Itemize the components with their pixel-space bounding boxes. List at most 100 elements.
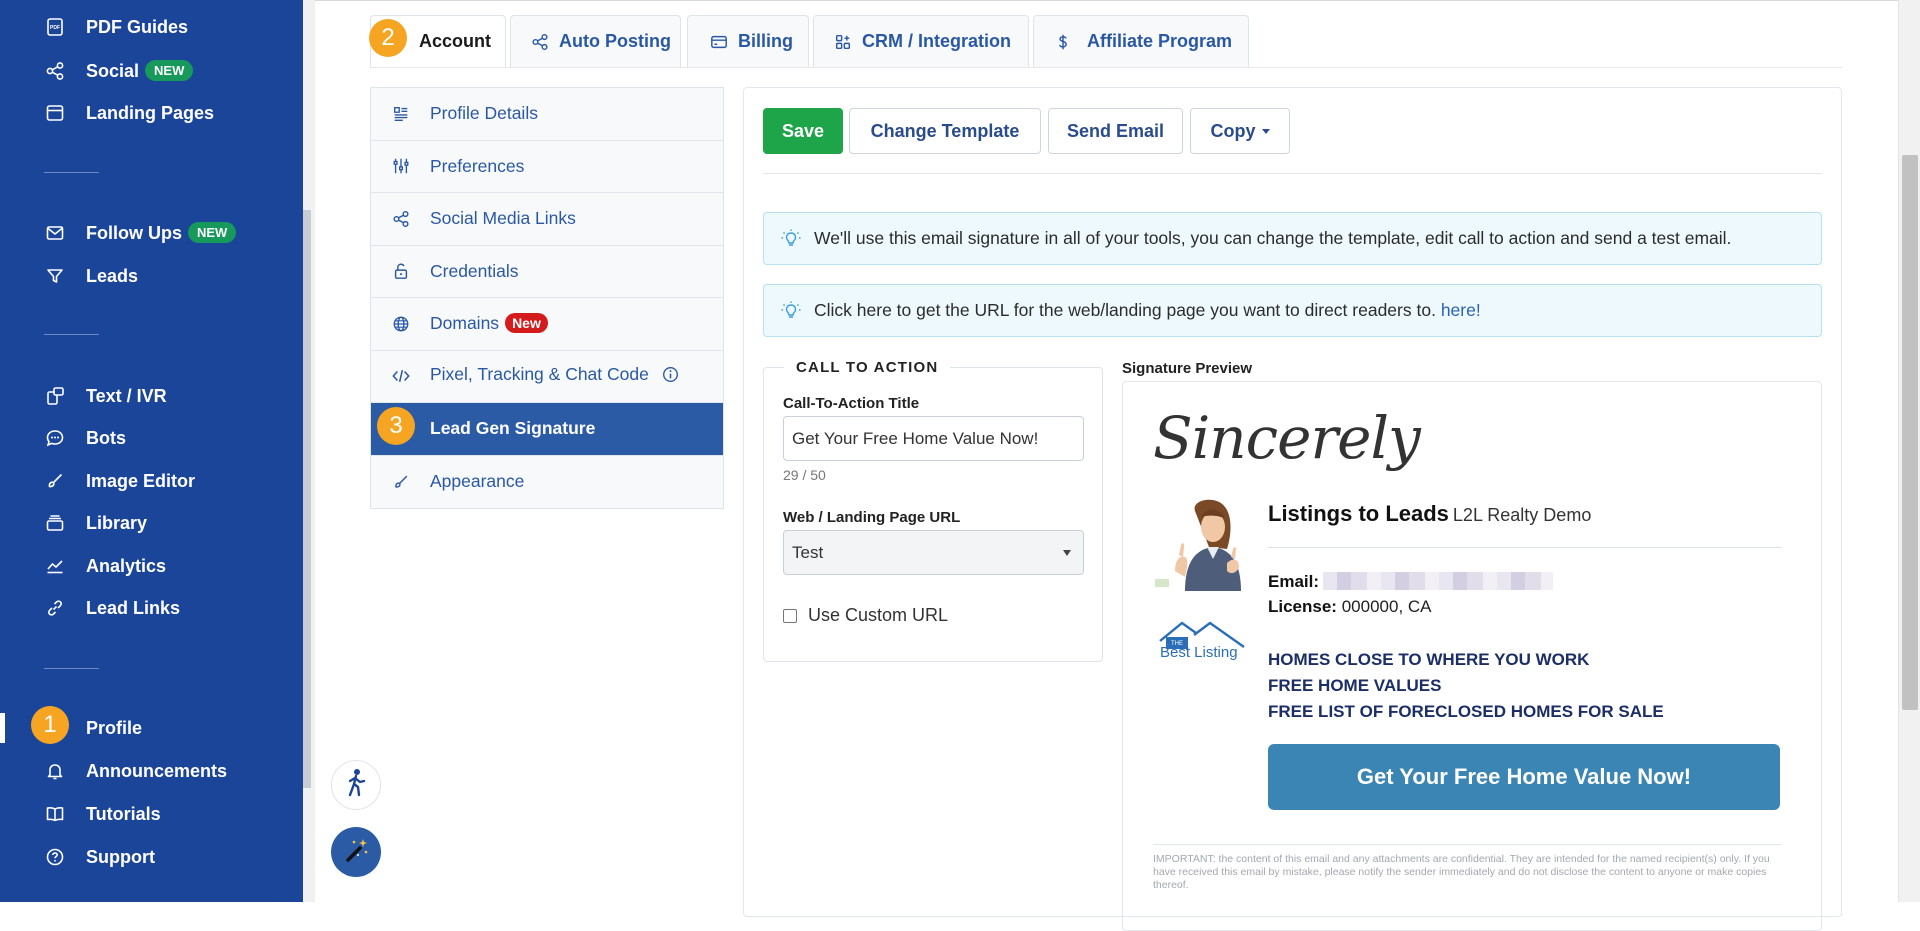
bell-icon (44, 760, 66, 782)
browser-icon (44, 102, 66, 124)
sidebar-scrollbar-thumb[interactable] (303, 210, 311, 788)
code-icon (391, 366, 411, 386)
share-icon (391, 209, 411, 229)
submenu-label: Domains (430, 313, 500, 334)
signature-panel: Save Change Template Send Email Copy We'… (743, 87, 1842, 931)
pdf-icon: PDF (44, 16, 66, 38)
info-icon[interactable] (662, 366, 679, 388)
sidebar-item-image-editor[interactable]: Image Editor (0, 466, 290, 496)
submenu-label: Appearance (430, 471, 525, 492)
accessibility-button[interactable] (331, 760, 381, 810)
agent-photo (1155, 497, 1251, 591)
submenu-label: Profile Details (430, 103, 538, 124)
sidebar-item-landing-pages[interactable]: Landing Pages (0, 98, 290, 128)
toolbar-divider (763, 173, 1822, 174)
magic-wand-button[interactable] (331, 827, 381, 877)
book-icon (44, 803, 66, 825)
checkbox-box[interactable] (783, 608, 797, 623)
tab-auto-posting[interactable]: Auto Posting (510, 15, 681, 67)
sidebar-item-social[interactable]: Social NEW (0, 56, 290, 86)
sidebar-item-follow-ups[interactable]: Follow Ups NEW (0, 218, 290, 248)
new-badge: New (505, 313, 548, 334)
signature-cta-button[interactable]: Get Your Free Home Value Now! (1268, 744, 1780, 810)
submenu-item-domains[interactable]: Domains New (371, 298, 723, 351)
sidebar-item-label: Library (86, 512, 148, 533)
here-link[interactable]: here! (1441, 300, 1481, 320)
lightbulb-icon (780, 228, 802, 250)
landing-url-select[interactable]: Test (783, 530, 1084, 575)
signature-bullets: HOMES CLOSE TO WHERE YOU WORK FREE HOME … (1268, 647, 1664, 725)
share-icon (44, 60, 66, 82)
dollar-icon (1053, 32, 1073, 52)
license-line: License: 000000, CA (1268, 597, 1432, 617)
sidebar-item-lead-links[interactable]: Lead Links (0, 593, 290, 623)
submenu-item-social-media-links[interactable]: Social Media Links (371, 193, 723, 246)
sidebar-item-label: Tutorials (86, 803, 161, 824)
submenu-item-profile-details[interactable]: Profile Details (371, 88, 723, 141)
agent-name-text: Listings to Leads (1268, 501, 1449, 526)
sidebar-item-label: Announcements (86, 760, 228, 781)
info-alert-signature: We'll use this email signature in all of… (763, 212, 1822, 265)
sidebar-item-support[interactable]: Support (0, 842, 290, 872)
submenu-item-pixel-tracking[interactable]: Pixel, Tracking & Chat Code (371, 351, 723, 403)
tab-label: CRM / Integration (862, 31, 1011, 51)
sidebar-item-text-ivr[interactable]: Text / IVR (0, 381, 290, 411)
stack-icon (44, 512, 66, 534)
step-badge-3: 3 (377, 407, 415, 445)
email-redacted (1323, 572, 1554, 590)
submenu-item-credentials[interactable]: Credentials (371, 246, 723, 298)
checkbox-label: Use Custom URL (808, 605, 949, 625)
sliders-icon (391, 156, 411, 176)
call-to-action-fieldset: CALL TO ACTION Call-To-Action Title Get … (763, 359, 1103, 662)
sidebar-divider (44, 172, 99, 173)
char-counter: 29 / 50 (783, 467, 826, 483)
sidebar-item-tutorials[interactable]: Tutorials (0, 799, 290, 829)
sidebar-item-library[interactable]: Library (0, 508, 290, 538)
submenu-item-appearance[interactable]: Appearance (371, 456, 723, 509)
company-name: L2L Realty Demo (1452, 505, 1592, 525)
tab-label: Auto Posting (559, 31, 671, 51)
lock-icon (391, 261, 411, 281)
signature-preview: Sincerely THE Best Listing Listings to L… (1122, 381, 1822, 931)
sidebar-divider (44, 668, 99, 669)
logo-text: Best Listing (1160, 644, 1238, 661)
sidebar-item-pdf-guides[interactable]: PDF PDF Guides (0, 12, 290, 42)
send-email-button[interactable]: Send Email (1048, 108, 1183, 154)
signature-divider (1268, 547, 1782, 548)
best-listing-logo: THE Best Listing (1156, 617, 1250, 663)
bullet-line: HOMES CLOSE TO WHERE YOU WORK (1268, 650, 1590, 669)
tab-crm-integration[interactable]: CRM / Integration (813, 15, 1029, 67)
sidebar-item-leads[interactable]: Leads (0, 261, 290, 291)
new-badge: NEW (145, 60, 194, 81)
tab-billing[interactable]: Billing (687, 15, 809, 67)
submenu-item-preferences[interactable]: Preferences (371, 141, 723, 193)
submenu-item-lead-gen-signature[interactable]: Lead Gen Signature (371, 403, 723, 456)
accessibility-icon (343, 768, 369, 803)
sidebar-scrollbar[interactable] (303, 0, 315, 902)
sidebar-item-label: Image Editor (86, 470, 196, 491)
sidebar-item-announcements[interactable]: Announcements (0, 756, 290, 786)
sidebar-item-analytics[interactable]: Analytics (0, 551, 290, 581)
disclaimer-text: IMPORTANT: the content of this email and… (1153, 853, 1770, 891)
change-template-button[interactable]: Change Template (849, 108, 1041, 154)
license-label: License: (1268, 597, 1337, 616)
sidebar-item-bots[interactable]: Bots (0, 423, 290, 453)
copy-dropdown-button[interactable]: Copy (1190, 108, 1290, 154)
chat-bubble-icon (44, 427, 66, 449)
apps-icon (833, 32, 853, 52)
link-icon (44, 597, 66, 619)
submenu-label: Social Media Links (430, 208, 576, 229)
tab-affiliate-program[interactable]: Affiliate Program (1033, 15, 1249, 67)
cta-title-input[interactable]: Get Your Free Home Value Now! (783, 416, 1084, 461)
step-badge-1: 1 (31, 706, 69, 744)
page-scrollbar[interactable] (1898, 0, 1920, 902)
phone-chat-icon (44, 385, 66, 407)
brush-icon (391, 472, 411, 492)
filter-icon (44, 265, 66, 287)
list-icon (391, 104, 411, 124)
save-button[interactable]: Save (763, 108, 843, 154)
page-scrollbar-thumb[interactable] (1902, 155, 1918, 710)
step-badge-2: 2 (369, 19, 407, 57)
lightbulb-icon (780, 300, 802, 322)
use-custom-url-checkbox[interactable]: Use Custom URL (783, 605, 948, 626)
